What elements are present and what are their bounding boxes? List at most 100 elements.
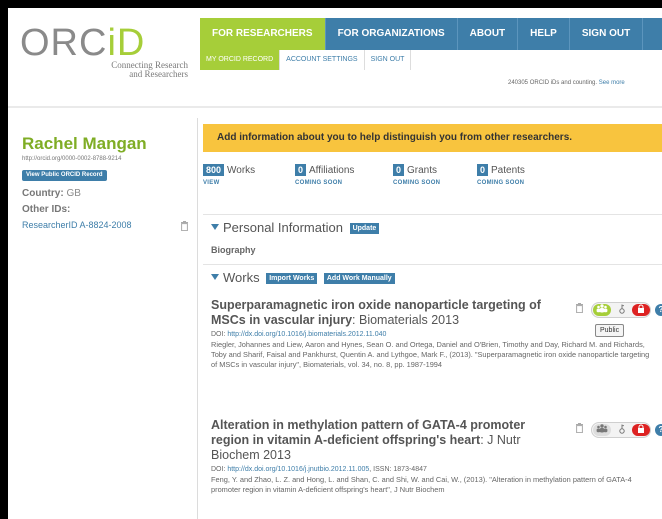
country-value: GB	[66, 188, 81, 199]
counter-text: 240305 ORCID iDs and counting.	[508, 80, 598, 86]
orcid-logo[interactable]: ORCiD	[20, 22, 145, 65]
info-alert: Add information about you to help distin…	[203, 124, 662, 152]
collapse-triangle-icon[interactable]	[211, 224, 219, 230]
tagline-line-2: and Researchers	[129, 69, 188, 79]
import-works-button[interactable]: Import Works	[266, 273, 318, 285]
delete-work-button[interactable]	[571, 302, 587, 318]
doi-link[interactable]: http://dx.doi.org/10.1016/j.jnutbio.2012…	[227, 466, 369, 473]
record-main: Add information about you to help distin…	[203, 118, 662, 519]
logo-area: ORCiD Connecting Research and Researcher…	[8, 8, 198, 108]
privacy-limited-button[interactable]	[613, 304, 631, 316]
biography-label: Biography	[211, 245, 256, 255]
stat-count: 800	[203, 164, 225, 176]
work-title-text: Alteration in methylation pattern of GAT…	[211, 418, 526, 447]
stat-count: 0	[393, 164, 405, 176]
stat-sub-label: COMING SOON	[295, 180, 343, 186]
stat-count: 0	[295, 164, 307, 176]
orcid-id-url[interactable]: http://orcid.org/0000-0002-8788-9214	[22, 156, 121, 162]
trash-icon	[575, 303, 583, 314]
work-issn: , ISSN: 1873-4847	[369, 466, 427, 473]
people-icon	[596, 424, 608, 433]
stat-label: Affiliations	[309, 165, 355, 176]
stat-patents: 0 Patents COMING SOON	[477, 164, 525, 186]
trash-icon	[575, 423, 583, 434]
nav-help[interactable]: HELP	[518, 18, 570, 50]
work-doi: DOI: http://dx.doi.org/10.1016/j.biomate…	[211, 331, 655, 338]
page: ORCiD Connecting Research and Researcher…	[8, 8, 662, 519]
country-row: Country: GB	[22, 188, 81, 199]
collapse-triangle-icon[interactable]	[211, 274, 219, 280]
work-doi: DOI: http://dx.doi.org/10.1016/j.jnutbio…	[211, 466, 655, 473]
work-actions: ?	[571, 422, 662, 438]
doi-label: DOI:	[211, 466, 226, 473]
logo-tagline: Connecting Research and Researchers	[78, 61, 188, 79]
privacy-tooltip: Public	[595, 324, 625, 337]
delete-work-button[interactable]	[571, 422, 587, 438]
stat-count: 0	[477, 164, 489, 176]
other-ids-label: Other IDs:	[22, 204, 71, 215]
see-more-link[interactable]: See more	[599, 80, 625, 86]
subnav-my-orcid-record[interactable]: MY ORCID RECORD	[200, 50, 281, 70]
lock-icon	[638, 424, 644, 433]
update-button[interactable]: Update	[349, 223, 380, 235]
key-icon	[619, 304, 625, 314]
works-header: Works Import Works Add Work Manually	[203, 264, 662, 292]
profile-sidebar: Rachel Mangan http://orcid.org/0000-0002…	[8, 118, 198, 519]
country-label: Country:	[22, 188, 64, 199]
researcher-name: Rachel Mangan	[22, 134, 147, 153]
delete-id-button[interactable]	[180, 218, 189, 236]
sub-nav: MY ORCID RECORD ACCOUNT SETTINGS SIGN OU…	[200, 50, 662, 72]
researcher-id-link[interactable]: ResearcherID A-8824-2008	[22, 220, 132, 230]
stat-sub-label: COMING SOON	[393, 180, 441, 186]
help-icon[interactable]: ?	[655, 424, 662, 436]
nav-sign-out[interactable]: SIGN OUT	[570, 18, 644, 50]
privacy-public-button[interactable]	[593, 424, 611, 436]
nav-for-organizations[interactable]: FOR ORGANIZATIONS	[326, 18, 458, 50]
work-title: Superparamagnetic iron oxide nanoparticl…	[211, 298, 561, 328]
privacy-public-button[interactable]	[593, 304, 611, 316]
nav-about[interactable]: ABOUT	[458, 18, 519, 50]
window-frame-top	[0, 0, 662, 8]
works-view-link[interactable]: VIEW	[203, 180, 255, 186]
work-title: Alteration in methylation pattern of GAT…	[211, 418, 561, 463]
stat-label: Grants	[407, 165, 438, 176]
personal-info-title: Personal Information	[223, 220, 343, 235]
header-divider	[8, 106, 662, 108]
privacy-toggle	[591, 422, 651, 438]
works-title: Works	[223, 270, 260, 285]
people-icon	[596, 304, 608, 313]
logo-id-text: iD	[107, 22, 146, 64]
privacy-private-button[interactable]	[632, 424, 650, 436]
work-actions: ?	[571, 302, 662, 318]
key-icon	[619, 424, 625, 434]
subnav-sign-out[interactable]: SIGN OUT	[365, 50, 412, 70]
privacy-limited-button[interactable]	[613, 424, 631, 436]
stats-bar: 800 Works VIEW 0 Affiliations COMING SOON …	[203, 164, 662, 200]
lock-icon	[638, 304, 644, 313]
personal-info-header: Personal Information Update	[203, 214, 662, 242]
work-citation: Riegler, Johannes and Liew, Aaron and Hy…	[211, 340, 650, 369]
view-public-record-button[interactable]: View Public ORCID Record	[22, 170, 107, 181]
privacy-toggle	[591, 302, 651, 318]
doi-label: DOI:	[211, 331, 226, 338]
work-item: Alteration in methylation pattern of GAT…	[211, 418, 662, 495]
stat-label: Works	[227, 165, 256, 176]
logo-text: ORC	[20, 22, 108, 64]
work-item: Superparamagnetic iron oxide nanoparticl…	[211, 298, 662, 370]
main-nav: FOR RESEARCHERS FOR ORGANIZATIONS ABOUT …	[200, 18, 662, 50]
nav-for-researchers[interactable]: FOR RESEARCHERS	[200, 18, 326, 50]
privacy-private-button[interactable]	[632, 304, 650, 316]
doi-link[interactable]: http://dx.doi.org/10.1016/j.biomaterials…	[227, 331, 386, 338]
work-journal: : Biomaterials 2013	[352, 313, 460, 327]
stat-works: 800 Works VIEW	[203, 164, 255, 186]
stat-label: Patents	[491, 165, 525, 176]
trash-icon	[181, 221, 188, 232]
work-citation: Feng, Y. and Zhao, L. Z. and Hong, L. an…	[211, 475, 632, 494]
stat-sub-label: COMING SOON	[477, 180, 525, 186]
section-title: Personal Information Update	[223, 220, 380, 235]
help-icon[interactable]: ?	[655, 304, 662, 316]
add-work-manually-button[interactable]: Add Work Manually	[323, 273, 395, 285]
subnav-account-settings[interactable]: ACCOUNT SETTINGS	[280, 50, 365, 70]
stat-affiliations: 0 Affiliations COMING SOON	[295, 164, 354, 186]
window-frame-left	[0, 0, 8, 519]
